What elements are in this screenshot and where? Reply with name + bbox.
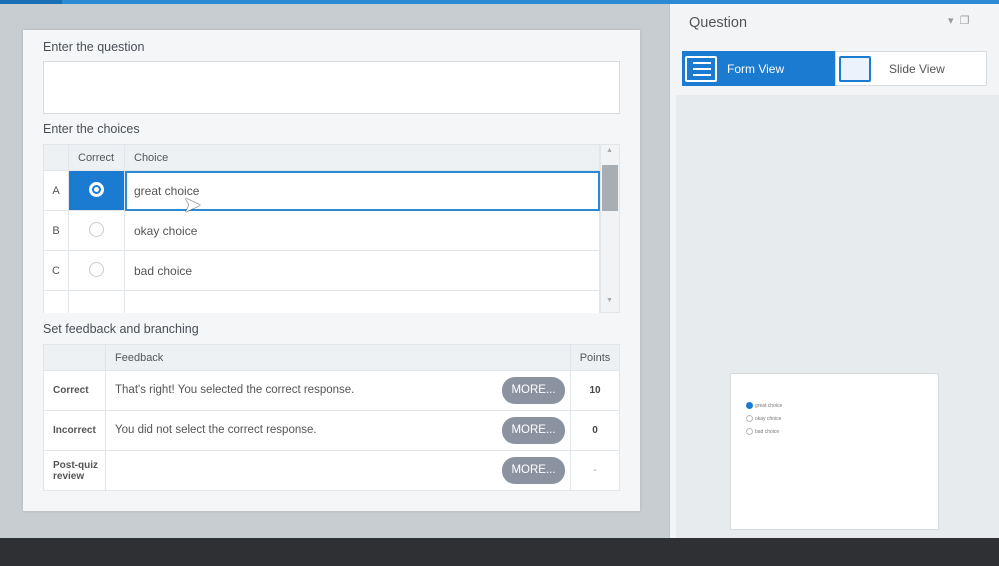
points-input[interactable]: - <box>570 450 620 491</box>
scroll-thumb[interactable] <box>602 165 618 211</box>
taskbar <box>0 538 999 566</box>
feedback-text[interactable]: You did not select the correct response. <box>115 424 317 436</box>
slide-preview[interactable]: great choice okay choice bad choice <box>730 373 939 530</box>
choices-table: Correct Choice Agreat choice Bokay choice… <box>43 144 600 313</box>
points-input[interactable]: 0 <box>570 410 620 451</box>
more-button[interactable]: MORE... <box>502 457 565 484</box>
feedback-type: Incorrect <box>43 410 106 451</box>
slide-view-button[interactable]: Slide View <box>835 51 987 86</box>
header-blank <box>43 344 106 371</box>
choice-row: Bokay choice <box>43 210 600 251</box>
feedback-table: Feedback Points Correct MORE... That's righ… <box>43 344 620 491</box>
choices-label: Enter the choices <box>43 122 140 136</box>
correct-cell[interactable] <box>68 210 125 251</box>
correct-cell[interactable] <box>68 170 125 211</box>
question-label: Enter the question <box>43 40 145 54</box>
correct-radio[interactable] <box>89 261 104 277</box>
choice-input[interactable]: bad choice <box>124 250 600 291</box>
preview-choice: great choice <box>746 402 782 409</box>
feedback-row: Incorrect MORE... You did not select the c… <box>43 410 620 451</box>
choice-row: Agreat choice <box>43 170 600 211</box>
feedback-label: Set feedback and branching <box>43 322 199 336</box>
panel-menu-icon[interactable]: ▾ ❐ <box>948 14 970 27</box>
header-choice: Choice <box>124 144 600 171</box>
choice-row: D <box>43 290 600 313</box>
choice-letter: D <box>43 290 69 313</box>
slide-view-icon <box>839 55 871 82</box>
form-view-icon <box>685 55 717 82</box>
correct-radio[interactable] <box>89 181 104 197</box>
feedback-type: Post-quiz review <box>43 450 106 491</box>
points-input[interactable]: 10 <box>570 370 620 411</box>
question-input[interactable] <box>43 61 620 114</box>
choice-letter: A <box>43 170 69 211</box>
correct-cell[interactable] <box>68 290 125 313</box>
panel-title: Question <box>689 15 748 31</box>
form-view-button[interactable]: Form View <box>682 51 835 86</box>
slide-view-label: Slide View <box>889 61 945 76</box>
feedback-text[interactable]: That's right! You selected the correct r… <box>115 384 354 396</box>
scroll-up-icon[interactable]: ▲ <box>606 147 613 154</box>
mouse-cursor-icon: ➤ <box>183 192 202 217</box>
feedback-cell[interactable]: MORE... You did not select the correct re… <box>105 410 571 451</box>
choice-letter: B <box>43 210 69 251</box>
preview-area: great choice okay choice bad choice <box>676 95 999 538</box>
header-correct: Correct <box>68 144 125 171</box>
feedback-cell[interactable]: MORE... <box>105 450 571 491</box>
correct-radio[interactable] <box>89 221 104 237</box>
header-points: Points <box>570 344 620 371</box>
choice-input[interactable] <box>124 290 600 313</box>
feedback-type: Correct <box>43 370 106 411</box>
correct-cell[interactable] <box>68 250 125 291</box>
choice-row: Cbad choice <box>43 250 600 291</box>
top-accent-tab <box>0 0 62 4</box>
choice-letter: C <box>43 250 69 291</box>
more-button[interactable]: MORE... <box>502 417 565 444</box>
header-blank <box>43 144 69 171</box>
scroll-down-icon[interactable]: ▼ <box>606 297 613 304</box>
preview-choice: okay choice <box>746 415 781 422</box>
preview-choice: bad choice <box>746 428 779 435</box>
header-feedback: Feedback <box>105 344 571 371</box>
feedback-row: Post-quiz review MORE... - <box>43 450 620 491</box>
feedback-cell[interactable]: MORE... That's right! You selected the co… <box>105 370 571 411</box>
feedback-row: Correct MORE... That's right! You selected… <box>43 370 620 411</box>
question-panel: Question ▾ ❐ Form View Slide View great … <box>669 4 999 538</box>
choices-scrollbar[interactable]: ▲ ▼ <box>600 144 620 313</box>
form-view-label: Form View <box>727 61 785 76</box>
more-button[interactable]: MORE... <box>502 377 565 404</box>
question-editor: Enter the question Enter the choices Cor… <box>23 30 640 511</box>
